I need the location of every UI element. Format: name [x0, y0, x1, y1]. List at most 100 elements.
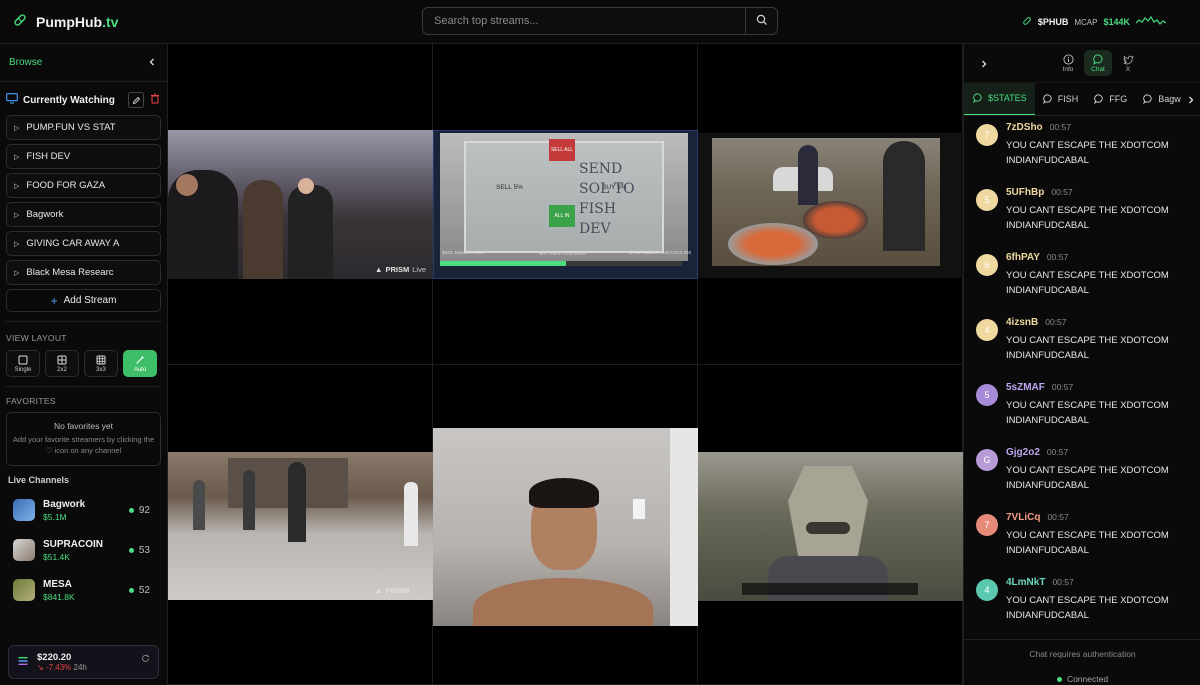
chat-username[interactable]: 5UFhBp: [1006, 187, 1044, 198]
avatar: 6: [976, 254, 998, 276]
trash-icon: [151, 93, 159, 104]
trade-countdown: NEXT TRADE COUNTDOWN: [539, 252, 586, 256]
stream-item[interactable]: ▷ FOOD FOR GAZA: [6, 173, 161, 198]
stream-cell[interactable]: [698, 44, 963, 365]
chat-message: 4 4izsnB 00:57 YOU CANT ESCAPE THE XDOTCO…: [976, 317, 1191, 363]
sparkline-icon: [1135, 14, 1167, 30]
stream-item[interactable]: ▷ FISH DEV: [6, 144, 161, 169]
chat-timestamp: 00:57: [1049, 122, 1071, 132]
chat-username[interactable]: 4LmNkT: [1006, 577, 1045, 588]
layout-3x3-button[interactable]: 3x3: [84, 350, 118, 377]
chat-timestamp: 00:57: [1045, 317, 1067, 327]
chat-username[interactable]: Gjg2o2: [1006, 447, 1040, 458]
avatar: 7: [976, 514, 998, 536]
search-button[interactable]: [745, 8, 777, 34]
viewer-count: 53: [128, 545, 150, 556]
chat-username[interactable]: 7zDSho: [1006, 122, 1043, 133]
add-stream-label: Add Stream: [63, 295, 117, 306]
token-symbol: $PHUB: [1037, 17, 1069, 27]
trend-down-icon: ↘: [37, 663, 44, 672]
tab-info[interactable]: Info: [1054, 50, 1082, 76]
solana-logo-icon: [17, 655, 29, 669]
layout-auto-button[interactable]: Auto: [123, 350, 157, 377]
edit-button[interactable]: [128, 92, 144, 108]
trash-button[interactable]: [150, 93, 160, 107]
plus-icon: +: [50, 293, 58, 308]
viewer-count: 52: [128, 585, 150, 596]
connection-status: Connected: [964, 674, 1200, 684]
play-icon: ▷: [14, 153, 20, 161]
chat-username[interactable]: 5sZMAF: [1006, 382, 1045, 393]
room-tab[interactable]: Bagw: [1135, 83, 1189, 115]
chat-message: G Gjg2o2 00:57 YOU CANT ESCAPE THE XDOTCO…: [976, 447, 1191, 493]
favorites-label: FAVORITES: [6, 396, 56, 406]
sol-price-widget[interactable]: $220.20 ↘ -7.43% 24h: [8, 645, 159, 679]
chevron-right-icon[interactable]: [979, 58, 989, 72]
stream-cell[interactable]: ▲ PRISM Live: [168, 365, 433, 685]
channel-item[interactable]: Bagwork $5.1M 92: [0, 490, 167, 530]
stream-cell[interactable]: ▲ PRISM Live: [168, 44, 433, 365]
prism-logo-icon: ▲: [375, 586, 383, 595]
stream-cell[interactable]: [698, 365, 963, 685]
avatar: 4: [976, 319, 998, 341]
video-player[interactable]: [433, 428, 698, 626]
chat-message: 7 7zDSho 00:57 YOU CANT ESCAPE THE XDOTCO…: [976, 122, 1191, 168]
mcap-value: $144K: [1103, 17, 1130, 27]
divider: [5, 321, 162, 322]
channel-name: MESA: [43, 578, 72, 590]
search-bar: [422, 7, 778, 35]
chat-username[interactable]: 4izsnB: [1006, 317, 1038, 328]
chat-text: YOU CANT ESCAPE THE XDOTCOM INDIANFUDCAB…: [1006, 465, 1169, 491]
search-icon: [756, 14, 768, 29]
play-icon: ▷: [14, 240, 20, 248]
layout-2x2-button[interactable]: 2x2: [45, 350, 79, 377]
tab-chat[interactable]: Chat: [1084, 50, 1112, 76]
live-dot-icon: [128, 507, 134, 513]
tab-x[interactable]: X: [1114, 50, 1142, 76]
video-player[interactable]: SELL ALL ALL IN SELL 5% BUY 5% SEND SOL …: [433, 130, 698, 279]
chat-footer: Chat requires authentication Connected: [964, 639, 1200, 685]
refresh-icon[interactable]: [141, 652, 150, 666]
search-input[interactable]: [423, 8, 745, 34]
video-player[interactable]: [698, 133, 963, 278]
chevron-left-icon[interactable]: [147, 56, 157, 70]
chat-username[interactable]: 7VLiCq: [1006, 512, 1040, 523]
room-tab[interactable]: $STATES: [964, 83, 1035, 115]
chat-text: YOU CANT ESCAPE THE XDOTCOM INDIANFUDCAB…: [1006, 140, 1169, 166]
room-tab[interactable]: FFG: [1086, 83, 1135, 115]
video-player[interactable]: ▲ PRISM Live: [168, 452, 433, 600]
room-tab[interactable]: FISH: [1035, 83, 1087, 115]
stream-label: FISH DEV: [26, 151, 71, 162]
favorites-empty-state: No favorites yet Add your favorite strea…: [6, 412, 161, 466]
chat-text: YOU CANT ESCAPE THE XDOTCOM INDIANFUDCAB…: [1006, 530, 1169, 556]
logo[interactable]: PumpHub.tv: [12, 12, 118, 31]
chat-panel: Info Chat X $STATES FISH FFG Bagw 7 7zDS…: [963, 44, 1200, 685]
chat-bubble-icon: [973, 93, 982, 103]
chat-timestamp: 00:57: [1046, 252, 1069, 262]
token-ticker[interactable]: $PHUB MCAP $144K: [1022, 14, 1167, 30]
channel-item[interactable]: SUPRACOIN $51.4K 53: [0, 530, 167, 570]
play-icon: ▷: [14, 182, 20, 190]
layout-single-button[interactable]: Single: [6, 350, 40, 377]
browse-label: Browse: [9, 57, 43, 68]
stream-item[interactable]: ▷ Bagwork: [6, 202, 161, 227]
chat-text: YOU CANT ESCAPE THE XDOTCOM INDIANFUDCAB…: [1006, 205, 1169, 231]
video-player[interactable]: ▲ PRISM Live: [168, 130, 433, 279]
monitor-icon: [6, 93, 18, 107]
stream-grid: ▲ PRISM Live SELL ALL ALL IN SELL 5% BUY 5…: [168, 44, 963, 685]
video-player[interactable]: [698, 452, 963, 601]
chevron-right-icon[interactable]: [1182, 83, 1200, 115]
chat-username[interactable]: 6fhPAY: [1006, 252, 1040, 263]
stream-item[interactable]: ▷ GIVING CAR AWAY A: [6, 231, 161, 256]
add-stream-button[interactable]: + Add Stream: [6, 289, 161, 312]
channel-item[interactable]: MESA $841.8K 52: [0, 570, 167, 610]
stream-item[interactable]: ▷ Black Mesa Researc: [6, 260, 161, 285]
stream-cell[interactable]: [433, 365, 698, 685]
pill-icon: [1022, 16, 1032, 28]
stream-cell[interactable]: SELL ALL ALL IN SELL 5% BUY 5% SEND SOL …: [433, 44, 698, 365]
avatar: 4: [976, 579, 998, 601]
stream-item[interactable]: ▷ PUMP.FUN VS STAT: [6, 115, 161, 140]
avatar: 5: [976, 189, 998, 211]
price-value: $220.20: [37, 652, 72, 663]
info-icon: [1062, 53, 1074, 65]
